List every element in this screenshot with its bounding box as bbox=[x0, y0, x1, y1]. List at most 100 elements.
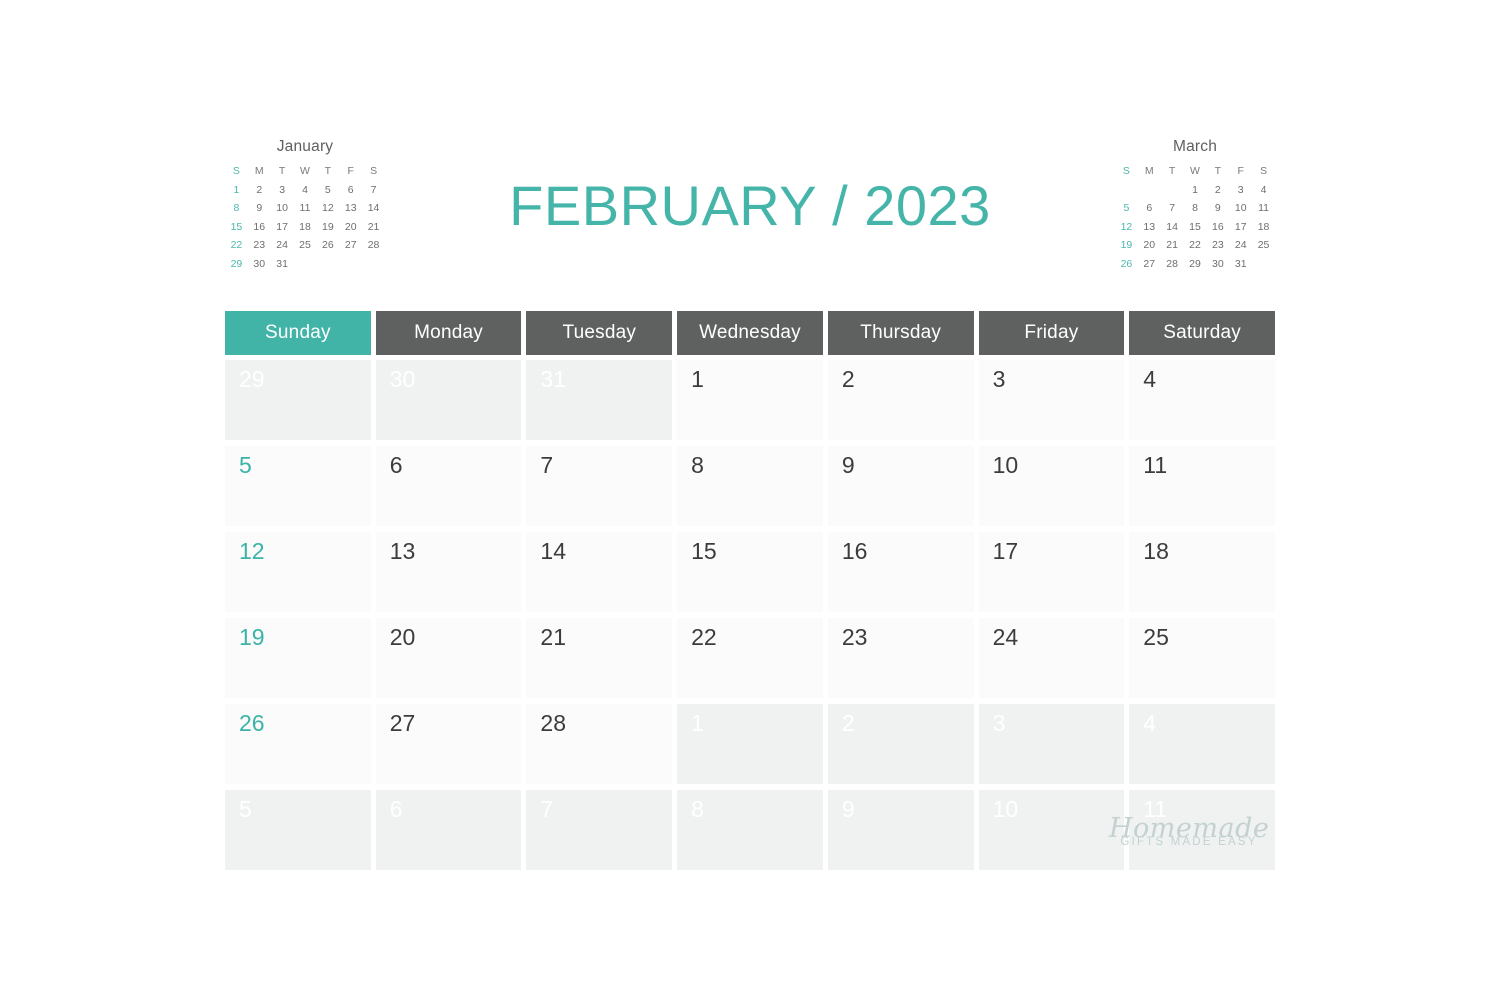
calendar-day-cell[interactable]: 12 bbox=[225, 532, 371, 612]
day-number: 3 bbox=[992, 710, 1006, 736]
day-number: 28 bbox=[540, 710, 567, 736]
mini-day-cell: 29 bbox=[230, 257, 243, 270]
day-header-sunday: Sunday bbox=[225, 311, 371, 355]
day-number: 17 bbox=[992, 538, 1019, 564]
calendar-day-cell-outside[interactable]: 8 bbox=[677, 790, 823, 870]
calendar-day-cell-outside[interactable]: 29 bbox=[225, 360, 371, 440]
calendar-day-cell[interactable]: 7 bbox=[526, 446, 673, 526]
calendar-day-cell[interactable]: 24 bbox=[978, 618, 1125, 698]
calendar-day-cell[interactable]: 15 bbox=[677, 532, 823, 612]
calendar-day-cell[interactable]: 20 bbox=[375, 618, 522, 698]
day-number: 12 bbox=[239, 538, 265, 564]
calendar-day-cell[interactable]: 18 bbox=[1129, 532, 1275, 612]
calendar-day-cell[interactable]: 4 bbox=[1129, 360, 1275, 440]
day-number: 26 bbox=[239, 710, 265, 736]
day-number: 8 bbox=[691, 452, 704, 478]
mini-day-cell: 28 bbox=[1166, 257, 1178, 270]
day-number: 25 bbox=[1143, 624, 1169, 650]
calendar-day-cell[interactable]: 14 bbox=[526, 532, 673, 612]
mini-day-cell: 31 bbox=[276, 257, 288, 270]
calendar-week-row: 5 6 7 8 9 10 11 bbox=[225, 790, 1275, 870]
calendar-day-cell[interactable]: 13 bbox=[375, 532, 522, 612]
calendar-day-cell[interactable]: 8 bbox=[677, 446, 823, 526]
day-number: 16 bbox=[841, 538, 868, 564]
calendar-day-cell[interactable]: 10 bbox=[978, 446, 1125, 526]
calendar-day-cell-outside[interactable]: 10 bbox=[978, 790, 1125, 870]
calendar-day-cell[interactable]: 6 bbox=[375, 446, 522, 526]
calendar-week-row: 5 6 7 8 9 10 11 bbox=[225, 446, 1275, 526]
calendar-day-cell[interactable]: 28 bbox=[526, 704, 673, 784]
mini-day-cell: 25 bbox=[1257, 239, 1270, 251]
calendar-day-cell[interactable]: 11 bbox=[1129, 446, 1275, 526]
calendar-day-cell[interactable]: 27 bbox=[375, 704, 522, 784]
day-number: 18 bbox=[1143, 538, 1169, 564]
calendar-day-cell[interactable]: 17 bbox=[978, 532, 1125, 612]
calendar-day-cell[interactable]: 26 bbox=[225, 704, 371, 784]
day-number: 13 bbox=[389, 538, 416, 564]
day-number: 3 bbox=[992, 366, 1006, 392]
mini-dow-label: W bbox=[300, 165, 310, 177]
day-number: 1 bbox=[691, 710, 704, 736]
calendar-day-cell-outside[interactable]: 5 bbox=[225, 790, 371, 870]
day-number: 9 bbox=[841, 796, 855, 822]
calendar-day-cell-outside[interactable]: 1 bbox=[677, 704, 823, 784]
mini-day-cell: 25 bbox=[299, 239, 311, 251]
mini-dow-label: S bbox=[232, 165, 240, 177]
calendar-day-cell[interactable]: 16 bbox=[827, 532, 974, 612]
calendar-day-cell[interactable]: 19 bbox=[225, 618, 371, 698]
calendar-day-cell[interactable]: 21 bbox=[526, 618, 673, 698]
calendar-day-cell[interactable]: 9 bbox=[827, 446, 974, 526]
mini-day-cell: 24 bbox=[1234, 239, 1247, 251]
calendar-day-cell-outside[interactable]: 7 bbox=[526, 790, 673, 870]
calendar-day-cell[interactable]: 23 bbox=[827, 618, 974, 698]
calendar-day-cell-outside[interactable]: 31 bbox=[526, 360, 673, 440]
mini-dow-label: F bbox=[347, 165, 354, 177]
mini-day-cell: 23 bbox=[253, 239, 266, 251]
day-number: 2 bbox=[841, 366, 855, 392]
mini-day-cell: 22 bbox=[230, 239, 243, 251]
calendar-day-cell-outside[interactable]: 3 bbox=[978, 704, 1125, 784]
mini-dow-label: T bbox=[1168, 165, 1176, 177]
day-number: 21 bbox=[540, 624, 567, 650]
calendar-day-cell[interactable]: 22 bbox=[677, 618, 823, 698]
mini-dow-label: M bbox=[254, 165, 264, 177]
mini-day-empty bbox=[362, 257, 385, 271]
day-number: 4 bbox=[1143, 366, 1157, 392]
day-number: 10 bbox=[992, 452, 1019, 478]
mini-dow-label: S bbox=[370, 165, 378, 177]
mini-day-cell: 22 bbox=[1189, 239, 1201, 251]
calendar-day-cell-outside[interactable]: 11 bbox=[1129, 790, 1275, 870]
mini-day-empty bbox=[339, 257, 362, 271]
calendar-day-cell-outside[interactable]: 6 bbox=[375, 790, 522, 870]
calendar-day-cell[interactable]: 2 bbox=[827, 360, 974, 440]
calendar-day-cell-outside[interactable]: 9 bbox=[827, 790, 974, 870]
calendar-day-cell[interactable]: 3 bbox=[978, 360, 1125, 440]
day-number: 27 bbox=[389, 710, 416, 736]
mini-day-cell: 26 bbox=[1120, 257, 1133, 270]
mini-day-cell: 21 bbox=[1166, 239, 1178, 251]
calendar-weeks: 29 30 31 1 2 3 4 5 6 7 8 9 10 11 12 13 14 15 16 17 18 19 20 21 2… bbox=[225, 360, 1275, 870]
calendar-day-cell[interactable]: 25 bbox=[1129, 618, 1275, 698]
day-header-monday: Monday bbox=[375, 311, 522, 355]
day-of-week-header-row: Sunday Monday Tuesday Wednesday Thursday Frid… bbox=[225, 311, 1275, 355]
day-number: 10 bbox=[992, 796, 1019, 822]
calendar-day-cell[interactable]: 5 bbox=[225, 446, 371, 526]
day-number: 24 bbox=[992, 624, 1019, 650]
mini-dow-label: T bbox=[278, 165, 286, 177]
mini-calendar-title: January bbox=[276, 138, 334, 155]
page-title: FEBRUARY / 2023 bbox=[509, 174, 991, 237]
calendar-day-cell-outside[interactable]: 2 bbox=[827, 704, 974, 784]
calendar-day-cell[interactable]: 1 bbox=[677, 360, 823, 440]
day-number: 31 bbox=[540, 366, 567, 392]
mini-dow-label: S bbox=[1122, 165, 1130, 177]
mini-day-cell: 27 bbox=[1143, 257, 1156, 270]
mini-day-empty bbox=[316, 257, 339, 271]
calendar-day-cell-outside[interactable]: 4 bbox=[1129, 704, 1275, 784]
mini-day-cell: 23 bbox=[1212, 239, 1224, 251]
mini-day-cell: 26 bbox=[322, 239, 334, 251]
calendar-day-cell-outside[interactable]: 30 bbox=[375, 360, 522, 440]
day-number: 8 bbox=[691, 796, 704, 822]
day-number: 11 bbox=[1143, 796, 1168, 822]
calendar-week-row: 12 13 14 15 16 17 18 bbox=[225, 532, 1275, 612]
day-number: 22 bbox=[691, 624, 717, 650]
